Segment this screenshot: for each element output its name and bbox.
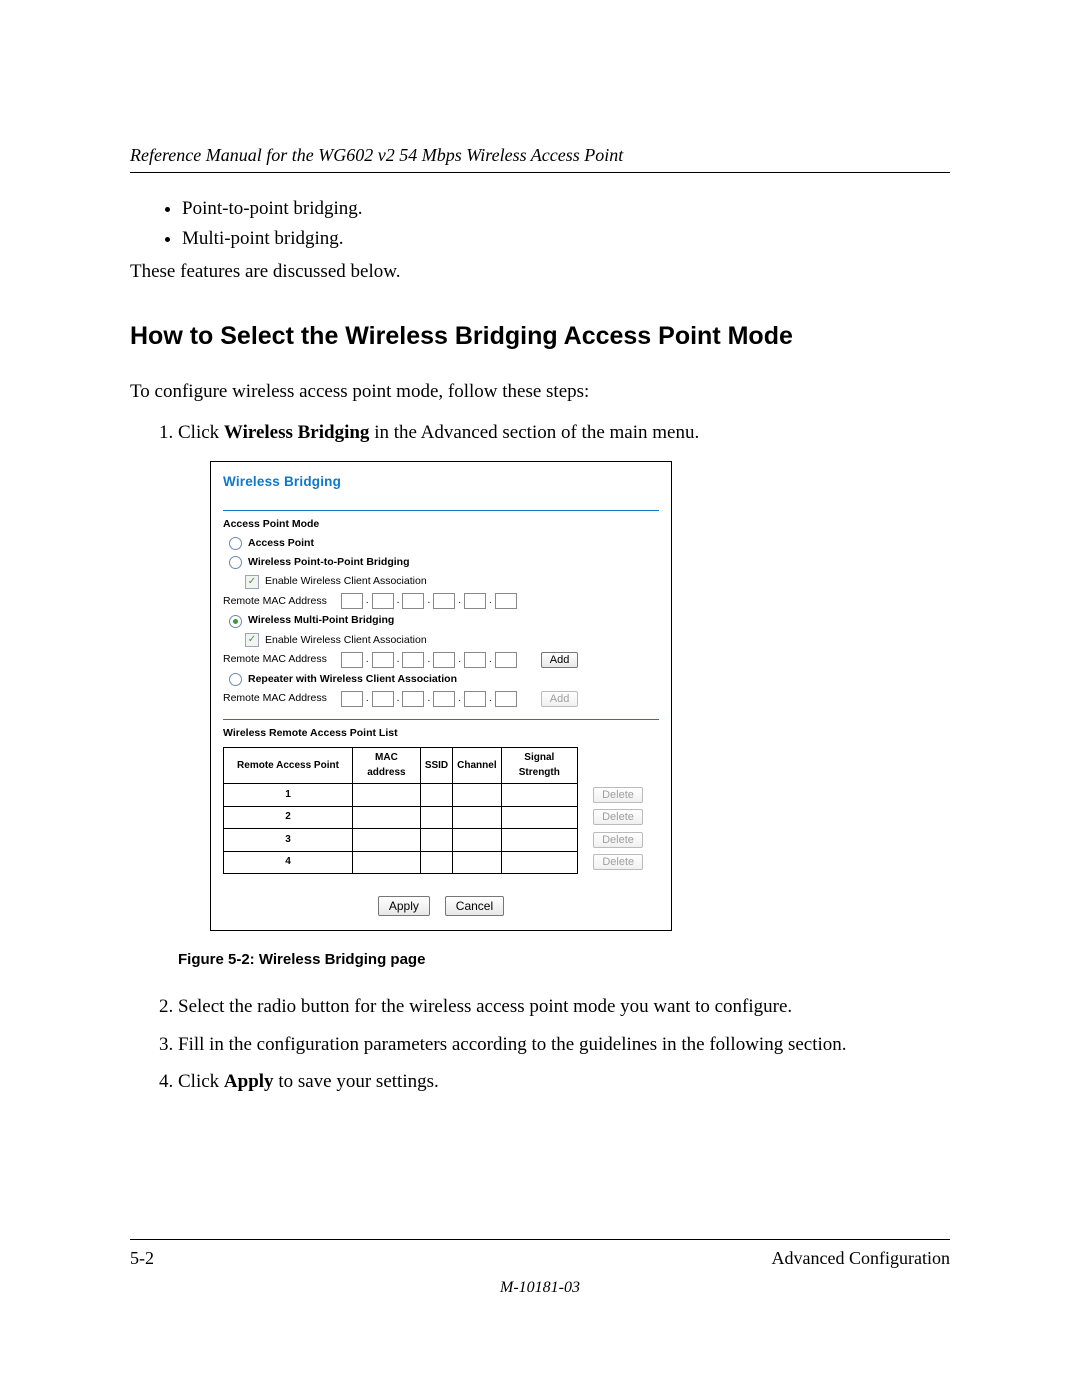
step4-suffix: to save your settings. (274, 1071, 439, 1092)
delete-button: Delete (593, 787, 643, 803)
delete-button: Delete (593, 854, 643, 870)
radio-access-point[interactable] (229, 537, 242, 550)
radio-p2p[interactable] (229, 556, 242, 569)
p2p-assoc-label: Enable Wireless Client Association (265, 574, 427, 589)
apply-button[interactable]: Apply (378, 896, 430, 916)
cancel-button[interactable]: Cancel (445, 896, 504, 916)
row-num: 1 (224, 784, 353, 807)
remote-ap-table: Remote Access Point MAC address SSID Cha… (223, 747, 659, 874)
mp-mac-row: Remote MAC Address ..... Add (223, 652, 659, 668)
rep-mac-input[interactable]: ..... (341, 691, 517, 707)
mp-add-button[interactable]: Add (541, 652, 579, 668)
radio-access-point-row[interactable]: Access Point (229, 536, 659, 551)
radio-multipoint-row[interactable]: Wireless Multi-Point Bridging (229, 613, 659, 628)
row-num: 3 (224, 829, 353, 852)
page-footer: 5-2 Advanced Configuration M-10181-03 (130, 1239, 950, 1297)
col-channel: Channel (453, 748, 501, 784)
delete-button: Delete (593, 809, 643, 825)
bullet-p2p: Point-to-point bridging. (182, 195, 950, 223)
rep-mac-label: Remote MAC Address (223, 691, 327, 706)
rep-add-button: Add (541, 691, 579, 707)
p2p-assoc-row[interactable]: Enable Wireless Client Association (245, 574, 659, 589)
row-num: 4 (224, 851, 353, 874)
figure-caption: Figure 5-2: Wireless Bridging page (178, 949, 950, 971)
step-4: Click Apply to save your settings. (178, 1068, 950, 1096)
step1-prefix: Click (178, 422, 224, 443)
step4-bold: Apply (224, 1071, 274, 1092)
table-row: 1 Delete (224, 784, 659, 807)
intro-bullets: Point-to-point bridging. Multi-point bri… (130, 195, 950, 252)
mp-assoc-row[interactable]: Enable Wireless Client Association (245, 633, 659, 648)
header-rule (130, 172, 950, 173)
radio-access-point-label: Access Point (248, 536, 314, 551)
col-ssid: SSID (420, 748, 452, 784)
radio-multipoint[interactable] (229, 615, 242, 628)
col-rap: Remote Access Point (224, 748, 353, 784)
checkbox-mp-assoc[interactable] (245, 633, 259, 647)
panel-title: Wireless Bridging (223, 472, 659, 492)
row-num: 2 (224, 806, 353, 829)
col-mac: MAC address (353, 748, 421, 784)
radio-p2p-row[interactable]: Wireless Point-to-Point Bridging (229, 555, 659, 570)
running-header: Reference Manual for the WG602 v2 54 Mbp… (130, 145, 950, 166)
table-row: 3 Delete (224, 829, 659, 852)
footer-page-number: 5-2 (130, 1248, 154, 1269)
p2p-mac-input[interactable]: ..... (341, 593, 517, 609)
footer-doc-number: M-10181-03 (130, 1279, 950, 1297)
col-signal: Signal Strength (501, 748, 577, 784)
divider (223, 510, 659, 511)
step1-bold: Wireless Bridging (224, 422, 370, 443)
mp-mac-label: Remote MAC Address (223, 652, 327, 667)
p2p-mac-row: Remote MAC Address ..... (223, 593, 659, 609)
radio-p2p-label: Wireless Point-to-Point Bridging (248, 555, 409, 570)
footer-section: Advanced Configuration (772, 1248, 950, 1269)
step-1: Click Wireless Bridging in the Advanced … (178, 419, 950, 971)
mp-assoc-label: Enable Wireless Client Association (265, 633, 427, 648)
p2p-mac-label: Remote MAC Address (223, 594, 327, 609)
bullet-multi: Multi-point bridging. (182, 225, 950, 253)
divider-2 (223, 719, 659, 720)
table-row: 2 Delete (224, 806, 659, 829)
step-2: Select the radio button for the wireless… (178, 993, 950, 1021)
step1-suffix: in the Advanced section of the main menu… (369, 422, 699, 443)
checkbox-p2p-assoc[interactable] (245, 575, 259, 589)
wireless-bridging-screenshot: Wireless Bridging Access Point Mode Acce… (210, 461, 672, 931)
radio-multipoint-label: Wireless Multi-Point Bridging (248, 613, 394, 628)
intro-after: These features are discussed below. (130, 258, 950, 286)
radio-repeater-row[interactable]: Repeater with Wireless Client Associatio… (229, 672, 659, 687)
ap-mode-heading: Access Point Mode (223, 517, 659, 532)
footer-rule (130, 1239, 950, 1240)
steps-list: Click Wireless Bridging in the Advanced … (130, 419, 950, 1095)
section-heading: How to Select the Wireless Bridging Acce… (130, 318, 950, 354)
delete-button: Delete (593, 832, 643, 848)
lead-paragraph: To configure wireless access point mode,… (130, 378, 950, 406)
table-row: 4 Delete (224, 851, 659, 874)
mp-mac-input[interactable]: ..... (341, 652, 517, 668)
step-3: Fill in the configuration parameters acc… (178, 1031, 950, 1059)
rep-mac-row: Remote MAC Address ..... Add (223, 691, 659, 707)
radio-repeater[interactable] (229, 673, 242, 686)
step4-prefix: Click (178, 1071, 224, 1092)
radio-repeater-label: Repeater with Wireless Client Associatio… (248, 672, 457, 687)
remote-list-heading: Wireless Remote Access Point List (223, 726, 659, 741)
